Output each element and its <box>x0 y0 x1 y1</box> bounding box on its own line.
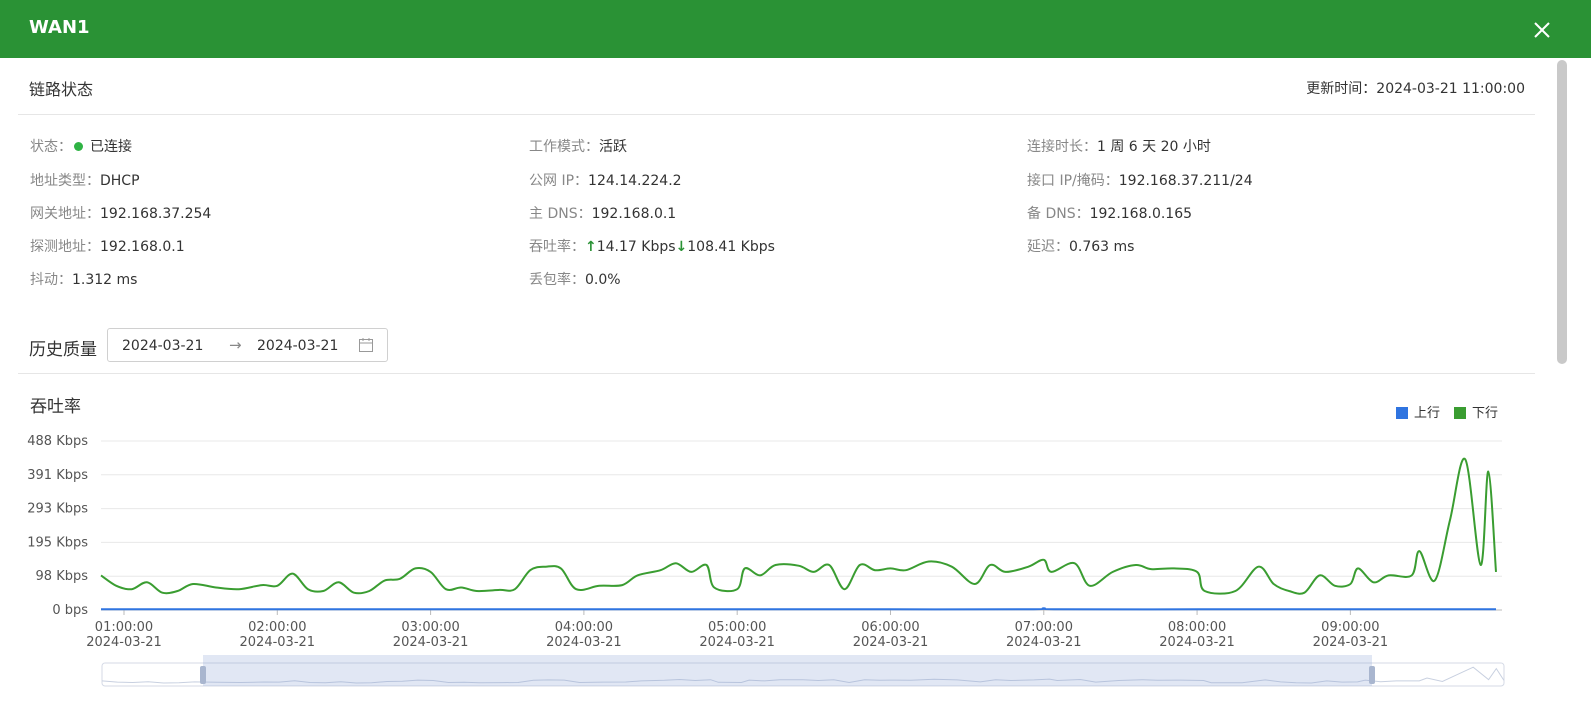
field-dns2: 备 DNS：192.168.0.165 <box>1027 206 1193 222</box>
x-tick-label: 06:00:00 <box>861 620 919 635</box>
x-tick-label: 01:00:00 <box>95 620 153 635</box>
field-iface-ip: 接口 IP/掩码：192.168.37.211/24 <box>1027 173 1253 189</box>
legend-swatch <box>1454 407 1466 419</box>
date-range-picker[interactable]: 2024-03-21 → 2024-03-21 <box>107 328 388 362</box>
y-tick-label: 0 bps <box>52 603 88 618</box>
field-dns1: 主 DNS：192.168.0.1 <box>529 206 677 222</box>
date-end[interactable]: 2024-03-21 <box>257 338 338 354</box>
zoom-selected-range[interactable] <box>203 655 1372 686</box>
status-dot-icon <box>74 142 83 151</box>
series-line-up <box>101 607 1496 611</box>
date-start[interactable]: 2024-03-21 <box>122 338 203 354</box>
x-tick-date: 2024-03-21 <box>1313 635 1389 650</box>
dialog-title: WAN1 <box>29 17 90 38</box>
zoom-handle-left[interactable] <box>200 666 206 684</box>
close-icon[interactable] <box>1531 19 1553 41</box>
update-time: 更新时间：2024-03-21 11:00:00 <box>1306 81 1525 97</box>
divider <box>18 114 1535 115</box>
y-tick-label: 293 Kbps <box>27 502 88 517</box>
field-throughput: 吞吐率：↑14.17 Kbps↓108.41 Kbps <box>529 239 775 255</box>
x-tick-label: 09:00:00 <box>1321 620 1379 635</box>
field-jitter: 抖动：1.312 ms <box>30 272 138 288</box>
legend-swatch <box>1396 407 1408 419</box>
x-tick-label: 07:00:00 <box>1015 620 1073 635</box>
x-tick-label: 05:00:00 <box>708 620 766 635</box>
x-tick-date: 2024-03-21 <box>86 635 162 650</box>
zoom-handle-right[interactable] <box>1369 666 1375 684</box>
field-probe: 探测地址：192.168.0.1 <box>30 239 185 255</box>
x-tick-date: 2024-03-21 <box>240 635 316 650</box>
field-duration: 连接时长：1 周 6 天 20 小时 <box>1027 139 1211 155</box>
field-gateway: 网关地址：192.168.37.254 <box>30 206 212 222</box>
y-tick-label: 488 Kbps <box>27 434 88 449</box>
x-tick-label: 04:00:00 <box>555 620 613 635</box>
scrollbar-thumb[interactable] <box>1557 60 1567 364</box>
y-tick-label: 195 Kbps <box>27 535 88 550</box>
field-loss: 丢包率：0.0% <box>529 272 621 288</box>
x-tick-date: 2024-03-21 <box>1006 635 1082 650</box>
link-status-title: 链路状态 <box>29 80 94 99</box>
legend-label: 上行 <box>1414 406 1440 421</box>
field-addr-type: 地址类型：DHCP <box>30 173 140 189</box>
series-line-down <box>100 457 1497 595</box>
x-tick-date: 2024-03-21 <box>393 635 469 650</box>
y-tick-label: 98 Kbps <box>36 569 89 584</box>
x-tick-label: 02:00:00 <box>248 620 306 635</box>
date-separator: → <box>229 336 242 354</box>
legend-label: 下行 <box>1472 406 1498 421</box>
x-tick-date: 2024-03-21 <box>1159 635 1235 650</box>
throughput-chart: 0 bps 98 Kbps 195 Kbps 293 Kbps 391 Kbps 488 … <box>27 406 1505 687</box>
x-tick-date: 2024-03-21 <box>853 635 929 650</box>
up-arrow-icon: ↑ <box>585 239 597 255</box>
field-public-ip: 公网 IP：124.14.224.2 <box>529 173 682 189</box>
field-status: 状态： 已连接 <box>30 139 132 155</box>
calendar-icon[interactable] <box>358 337 374 353</box>
x-tick-label: 03:00:00 <box>401 620 459 635</box>
history-title: 历史质量 <box>29 340 97 360</box>
y-tick-label: 391 Kbps <box>27 468 88 483</box>
x-tick-date: 2024-03-21 <box>546 635 622 650</box>
down-arrow-icon: ↓ <box>675 239 688 255</box>
field-mode: 工作模式：活跃 <box>529 139 627 155</box>
divider <box>18 373 1535 374</box>
x-tick-label: 08:00:00 <box>1168 620 1226 635</box>
x-tick-date: 2024-03-21 <box>699 635 775 650</box>
field-latency: 延迟：0.763 ms <box>1027 239 1135 255</box>
dialog-header: WAN1 <box>0 0 1591 58</box>
